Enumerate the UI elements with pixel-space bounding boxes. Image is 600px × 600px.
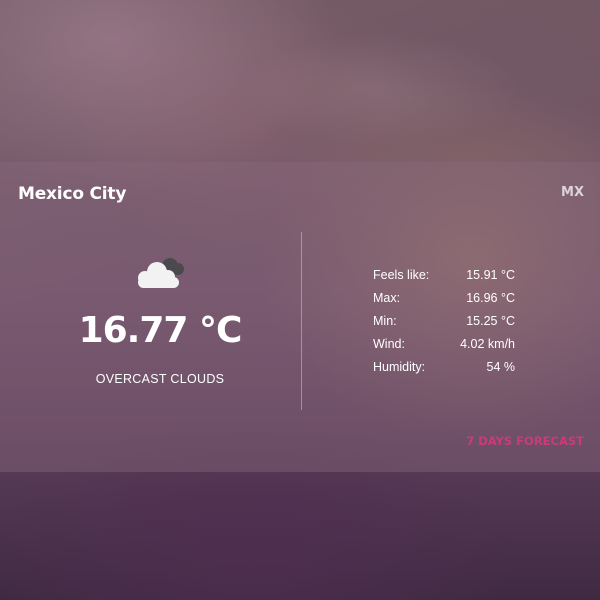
detail-label: Min:: [373, 314, 397, 328]
detail-row-wind: Wind: 4.02 km/h: [373, 336, 515, 359]
detail-label: Max:: [373, 291, 401, 305]
overcast-clouds-icon: [130, 252, 190, 292]
detail-value: 15.25 °C: [466, 314, 515, 328]
current-temperature: 16.77 °C: [78, 310, 243, 351]
weather-condition: OVERCAST CLOUDS: [95, 372, 225, 386]
detail-value: 54 %: [486, 360, 516, 374]
detail-row-min: Min: 15.25 °C: [373, 313, 515, 336]
detail-row-feels-like: Feels like: 15.91 °C: [373, 267, 515, 290]
detail-row-max: Max: 16.96 °C: [373, 290, 515, 313]
seven-day-forecast-link[interactable]: 7 DAYS FORECAST: [466, 434, 584, 448]
vertical-divider: [301, 232, 302, 410]
detail-value: 4.02 km/h: [460, 337, 515, 351]
detail-label: Wind:: [373, 337, 405, 351]
weather-details-list: Feels like: 15.91 °C Max: 16.96 °C Min: …: [373, 267, 515, 382]
detail-value: 16.96 °C: [466, 291, 515, 305]
detail-value: 15.91 °C: [466, 268, 515, 282]
city-name: Mexico City: [18, 184, 127, 204]
detail-label: Humidity:: [373, 360, 426, 374]
detail-row-humidity: Humidity: 54 %: [373, 359, 515, 382]
country-code: MX: [561, 185, 584, 200]
detail-label: Feels like:: [373, 268, 430, 282]
